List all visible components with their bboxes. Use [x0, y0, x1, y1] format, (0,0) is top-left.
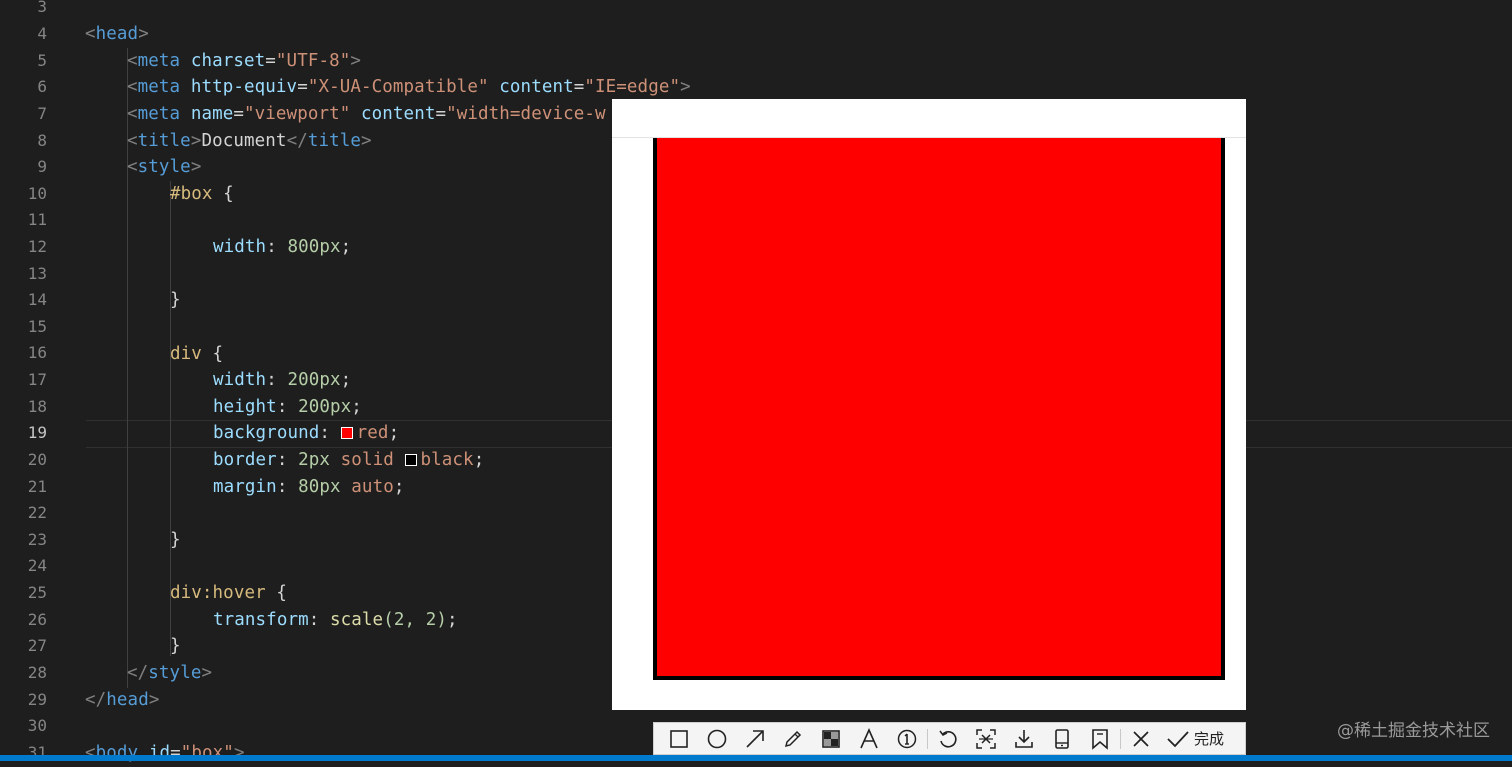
undo-icon[interactable]: [929, 723, 967, 754]
line-number: 24: [27, 556, 47, 576]
text-icon[interactable]: [850, 723, 888, 754]
code-line-19: background: red;: [213, 423, 400, 443]
preview-capture-area[interactable]: [612, 99, 1246, 710]
line-number: 7: [37, 103, 47, 123]
line-number: 22: [27, 503, 47, 523]
code-line-12: width: 800px;: [213, 237, 352, 257]
code-line-23: }: [170, 530, 181, 550]
line-number: 17: [27, 370, 47, 390]
indent-guide: [170, 207, 171, 287]
line-number: 30: [27, 716, 47, 736]
code-line-9: <style>: [127, 157, 202, 177]
line-number: 15: [27, 316, 47, 336]
code-line-29: </head>: [85, 690, 160, 710]
line-number: 25: [27, 583, 47, 603]
bookmark-icon[interactable]: [1081, 723, 1119, 754]
code-line-28: </style>: [127, 663, 213, 683]
line-number: 18: [27, 396, 47, 416]
line-number: 11: [27, 210, 47, 230]
indent-guide: [170, 367, 171, 527]
code-line-17: width: 200px;: [213, 370, 352, 390]
check-icon: [1167, 730, 1189, 747]
arrow-icon[interactable]: [736, 723, 774, 754]
line-number: 31: [27, 742, 47, 762]
rectangle-icon[interactable]: [660, 723, 698, 754]
done-button[interactable]: 完成: [1166, 728, 1224, 750]
download-icon[interactable]: [1005, 723, 1043, 754]
mosaic-icon[interactable]: [812, 723, 850, 754]
code-line-21: margin: 80px auto;: [213, 477, 405, 497]
status-bar: [0, 755, 1512, 761]
line-number: 28: [27, 662, 47, 682]
line-number: 21: [27, 476, 47, 496]
scaled-red-div[interactable]: [653, 138, 1225, 680]
code-line-10: #box {: [170, 184, 234, 204]
code-line-31: <body id="box">: [85, 743, 245, 763]
code-line-8: <title>Document</title>: [127, 131, 372, 151]
line-number: 8: [37, 130, 47, 150]
toolbar-separator: [1120, 728, 1121, 749]
line-number: 20: [27, 449, 47, 469]
code-line-14: }: [170, 290, 181, 310]
code-line-26: transform: scale(2, 2);: [213, 610, 458, 630]
ellipse-icon[interactable]: [698, 723, 736, 754]
line-number: 3: [37, 0, 47, 17]
number-marker-icon[interactable]: [888, 723, 926, 754]
color-swatch-red[interactable]: [340, 427, 353, 439]
line-number: 9: [37, 157, 47, 177]
code-line-6: <meta http-equiv="X-UA-Compatible" conte…: [127, 77, 691, 97]
watermark: @稀土掘金技术社区: [1337, 721, 1490, 741]
code-line-20: border: 2px solid black;: [213, 450, 485, 470]
line-number: 29: [27, 689, 47, 709]
line-number: 6: [37, 77, 47, 97]
line-number: 5: [37, 50, 47, 70]
line-number: 16: [27, 343, 47, 363]
line-number: 14: [27, 290, 47, 310]
line-number: 4: [37, 24, 47, 44]
line-number: 13: [27, 263, 47, 283]
pen-icon[interactable]: [774, 723, 812, 754]
screenshot-toolbar: 完成: [653, 722, 1246, 755]
line-number: 19: [27, 423, 47, 443]
pin-icon[interactable]: [1043, 723, 1081, 754]
close-icon[interactable]: [1122, 723, 1160, 754]
code-line-18: height: 200px;: [213, 397, 362, 417]
line-number: 26: [27, 609, 47, 629]
code-line-25: div:hover {: [170, 583, 288, 603]
code-line-4: <head>: [85, 24, 149, 44]
done-label: 完成: [1194, 730, 1225, 748]
code-line-16: div {: [170, 344, 224, 364]
code-line-7: <meta name="viewport" content="width=dev…: [127, 104, 606, 124]
color-swatch-black[interactable]: [404, 454, 417, 466]
code-line-5: <meta charset="UTF-8">: [127, 51, 362, 71]
ocr-icon[interactable]: [967, 723, 1005, 754]
line-number: 12: [27, 236, 47, 256]
code-line-27: }: [170, 636, 181, 656]
line-number: 10: [27, 183, 47, 203]
line-number: 27: [27, 636, 47, 656]
line-number: 23: [27, 529, 47, 549]
toolbar-separator: [927, 728, 928, 749]
